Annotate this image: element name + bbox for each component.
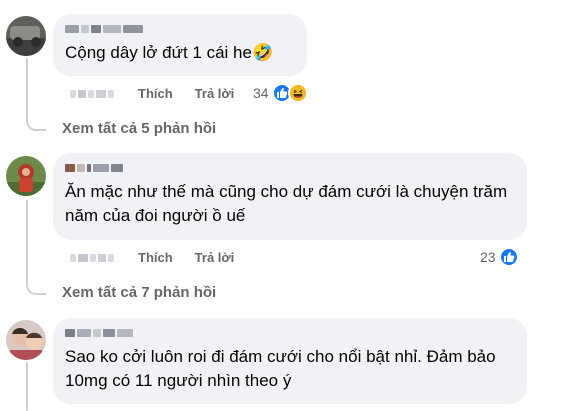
author-name[interactable]: [65, 161, 515, 175]
view-replies-link[interactable]: Xem tất cả 7 phản hồi: [62, 284, 216, 301]
comment-text: Cộng dây lở đứt 1 cái he🤣: [65, 43, 274, 62]
author-name[interactable]: [65, 326, 515, 340]
comment-bubble: Ăn mặc như thế mà cũng cho dự đám cưới l…: [53, 153, 527, 240]
reaction-summary[interactable]: 23: [480, 247, 519, 267]
comment-actions: Thích Trả lời: [70, 250, 256, 265]
comment-text: Sao ko cởi luôn roi đi đám cưới cho nổi …: [65, 347, 496, 390]
timestamp[interactable]: [70, 253, 114, 262]
thread-connector: [26, 115, 46, 131]
timestamp[interactable]: [70, 89, 114, 98]
like-button[interactable]: Thích: [138, 250, 173, 265]
comment-text: Ăn mặc như thế mà cũng cho dự đám cưới l…: [65, 182, 508, 225]
thread-line: [26, 58, 28, 118]
reply-button[interactable]: Trả lời: [195, 86, 235, 101]
haha-icon: [287, 83, 308, 103]
thread-line: [26, 200, 28, 282]
comment-bubble: Cộng dây lở đứt 1 cái he🤣: [53, 14, 307, 76]
like-button[interactable]: Thích: [138, 86, 173, 101]
view-replies-link[interactable]: Xem tất cả 5 phản hồi: [62, 120, 216, 137]
thread-line: [26, 362, 28, 411]
comment-bubble: Sao ko cởi luôn roi đi đám cưới cho nổi …: [53, 318, 527, 404]
reaction-summary[interactable]: 34: [253, 83, 308, 103]
like-icon: [498, 247, 519, 267]
avatar[interactable]: [6, 16, 46, 56]
thread-connector: [26, 279, 46, 295]
author-name[interactable]: [65, 22, 295, 36]
reaction-count: 34: [253, 85, 269, 101]
avatar[interactable]: [6, 320, 46, 360]
avatar[interactable]: [6, 156, 46, 196]
reaction-count: 23: [480, 249, 496, 265]
reply-button[interactable]: Trả lời: [195, 250, 235, 265]
comment-actions: Thích Trả lời: [70, 86, 256, 101]
